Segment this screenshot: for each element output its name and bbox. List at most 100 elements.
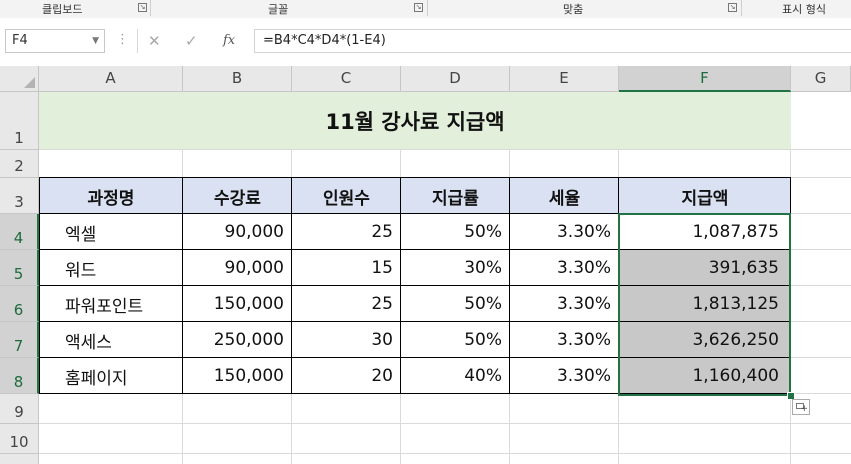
table-cell[interactable]: 30% bbox=[401, 250, 510, 286]
row-number: 5 bbox=[13, 265, 24, 283]
row-number: 4 bbox=[13, 229, 24, 247]
row-number: 6 bbox=[13, 301, 24, 319]
table-cell[interactable]: 3.30% bbox=[510, 322, 619, 358]
table-border bbox=[39, 249, 791, 250]
row-header-1[interactable]: 1 bbox=[0, 92, 39, 150]
column-header-e[interactable]: E bbox=[510, 66, 619, 92]
column-header-a[interactable]: A bbox=[39, 66, 183, 92]
table-cell[interactable]: 15 bbox=[292, 250, 401, 286]
table-border bbox=[400, 177, 401, 394]
row-header-9[interactable]: 9 bbox=[0, 394, 39, 424]
table-border bbox=[39, 321, 791, 322]
formula-buttons: ✕ ✓ fx bbox=[137, 29, 248, 53]
table-border bbox=[39, 393, 791, 394]
table-cell[interactable]: 3.30% bbox=[510, 250, 619, 286]
table-border bbox=[39, 213, 791, 214]
insert-function-icon[interactable]: fx bbox=[223, 33, 235, 48]
gridline bbox=[39, 453, 851, 454]
selected-cell[interactable]: 1,813,125 bbox=[619, 286, 791, 322]
table-cell[interactable]: 3.30% bbox=[510, 214, 619, 250]
table-cell[interactable]: 50% bbox=[401, 214, 510, 250]
table-cell[interactable]: 50% bbox=[401, 322, 510, 358]
table-cell[interactable]: 250,000 bbox=[183, 322, 292, 358]
table-border bbox=[182, 177, 183, 394]
font-dialog-launcher-icon[interactable]: ↘ bbox=[414, 3, 423, 12]
column-header-c[interactable]: C bbox=[292, 66, 401, 92]
header-cell-count[interactable]: 인원수 bbox=[292, 178, 401, 214]
selected-cell[interactable]: 391,635 bbox=[619, 250, 791, 286]
table-cell[interactable]: 50% bbox=[401, 286, 510, 322]
table-border bbox=[509, 177, 510, 394]
formula-bar: F4 ▼ ⋮ ✕ ✓ fx =B4*C4*D4*(1-E4) bbox=[0, 18, 851, 65]
table-cell[interactable]: 엑셀 bbox=[39, 214, 183, 250]
row-header-2[interactable]: 2 bbox=[0, 150, 39, 178]
table-border bbox=[291, 177, 292, 394]
row-header-7[interactable]: 7 bbox=[0, 322, 39, 358]
row-header-11[interactable] bbox=[0, 454, 39, 464]
table-cell[interactable]: 워드 bbox=[39, 250, 183, 286]
column-header-g[interactable]: G bbox=[791, 66, 851, 92]
more-options-icon[interactable]: ⋮ bbox=[116, 32, 129, 47]
row-number: 2 bbox=[14, 157, 24, 175]
worksheet-grid[interactable]: A B C D E F G 1 2 3 4 5 6 7 8 9 10 11월 강… bbox=[0, 66, 851, 464]
table-border bbox=[790, 177, 791, 394]
selected-cell[interactable]: 1,160,400 bbox=[619, 358, 791, 394]
table-cell[interactable]: 홈페이지 bbox=[39, 358, 183, 394]
row-header-3[interactable]: 3 bbox=[0, 178, 39, 214]
table-border bbox=[39, 357, 791, 358]
quick-analysis-plus: + bbox=[800, 404, 808, 414]
table-cell[interactable]: 25 bbox=[292, 214, 401, 250]
alignment-dialog-launcher-icon[interactable]: ↘ bbox=[728, 3, 737, 12]
row-number: 10 bbox=[9, 433, 29, 451]
active-cell[interactable]: 1,087,875 bbox=[619, 214, 791, 250]
formula-input[interactable]: =B4*C4*D4*(1-E4) bbox=[254, 29, 851, 53]
header-cell-tax[interactable]: 세율 bbox=[510, 178, 619, 214]
clipboard-dialog-launcher-icon[interactable]: ↘ bbox=[138, 3, 147, 12]
row-header-6[interactable]: 6 bbox=[0, 286, 39, 322]
select-all-icon bbox=[24, 77, 35, 88]
table-cell[interactable]: 150,000 bbox=[183, 286, 292, 322]
selected-cell[interactable]: 3,626,250 bbox=[619, 322, 791, 358]
font-group-label: 글꼴 bbox=[268, 3, 289, 16]
header-cell-amount[interactable]: 지급액 bbox=[619, 178, 791, 214]
table-cell[interactable]: 90,000 bbox=[183, 214, 292, 250]
cancel-icon[interactable]: ✕ bbox=[148, 32, 161, 50]
select-all-button[interactable] bbox=[0, 66, 39, 92]
enter-icon[interactable]: ✓ bbox=[185, 32, 198, 50]
row-header-8[interactable]: 8 bbox=[0, 358, 39, 394]
name-box-value: F4 bbox=[12, 33, 28, 48]
table-cell[interactable]: 파워포인트 bbox=[39, 286, 183, 322]
table-cell[interactable]: 3.30% bbox=[510, 358, 619, 394]
table-cell[interactable]: 20 bbox=[292, 358, 401, 394]
column-header-f[interactable]: F bbox=[619, 66, 791, 92]
row-number: 8 bbox=[13, 373, 24, 391]
table-cell[interactable]: 90,000 bbox=[183, 250, 292, 286]
table-cell[interactable]: 40% bbox=[401, 358, 510, 394]
column-header-b[interactable]: B bbox=[183, 66, 292, 92]
row-header-4[interactable]: 4 bbox=[0, 214, 39, 250]
sheet-title-cell[interactable]: 11월 강사료 지급액 bbox=[39, 92, 791, 149]
column-header-d[interactable]: D bbox=[401, 66, 510, 92]
clipboard-group-label: 클립보드 bbox=[42, 3, 83, 16]
header-cell-fee[interactable]: 수강료 bbox=[183, 178, 292, 214]
row-header-10[interactable]: 10 bbox=[0, 424, 39, 454]
gridline bbox=[39, 149, 851, 150]
row-header-5[interactable]: 5 bbox=[0, 250, 39, 286]
header-cell-rate[interactable]: 지급률 bbox=[401, 178, 510, 214]
table-cell[interactable]: 액세스 bbox=[39, 322, 183, 358]
table-cell[interactable]: 150,000 bbox=[183, 358, 292, 394]
ribbon-divider bbox=[427, 0, 428, 16]
row-number: 9 bbox=[14, 403, 24, 421]
name-box[interactable]: F4 ▼ bbox=[5, 29, 105, 53]
ribbon-divider bbox=[150, 0, 151, 16]
table-border bbox=[39, 285, 791, 286]
table-cell[interactable]: 3.30% bbox=[510, 286, 619, 322]
row-number: 1 bbox=[14, 129, 24, 147]
table-border bbox=[39, 177, 791, 178]
chevron-down-icon[interactable]: ▼ bbox=[92, 30, 99, 52]
table-cell[interactable]: 25 bbox=[292, 286, 401, 322]
quick-analysis-icon[interactable]: + bbox=[792, 399, 810, 415]
header-cell-course[interactable]: 과정명 bbox=[39, 178, 183, 214]
table-border bbox=[618, 177, 619, 394]
table-cell[interactable]: 30 bbox=[292, 322, 401, 358]
